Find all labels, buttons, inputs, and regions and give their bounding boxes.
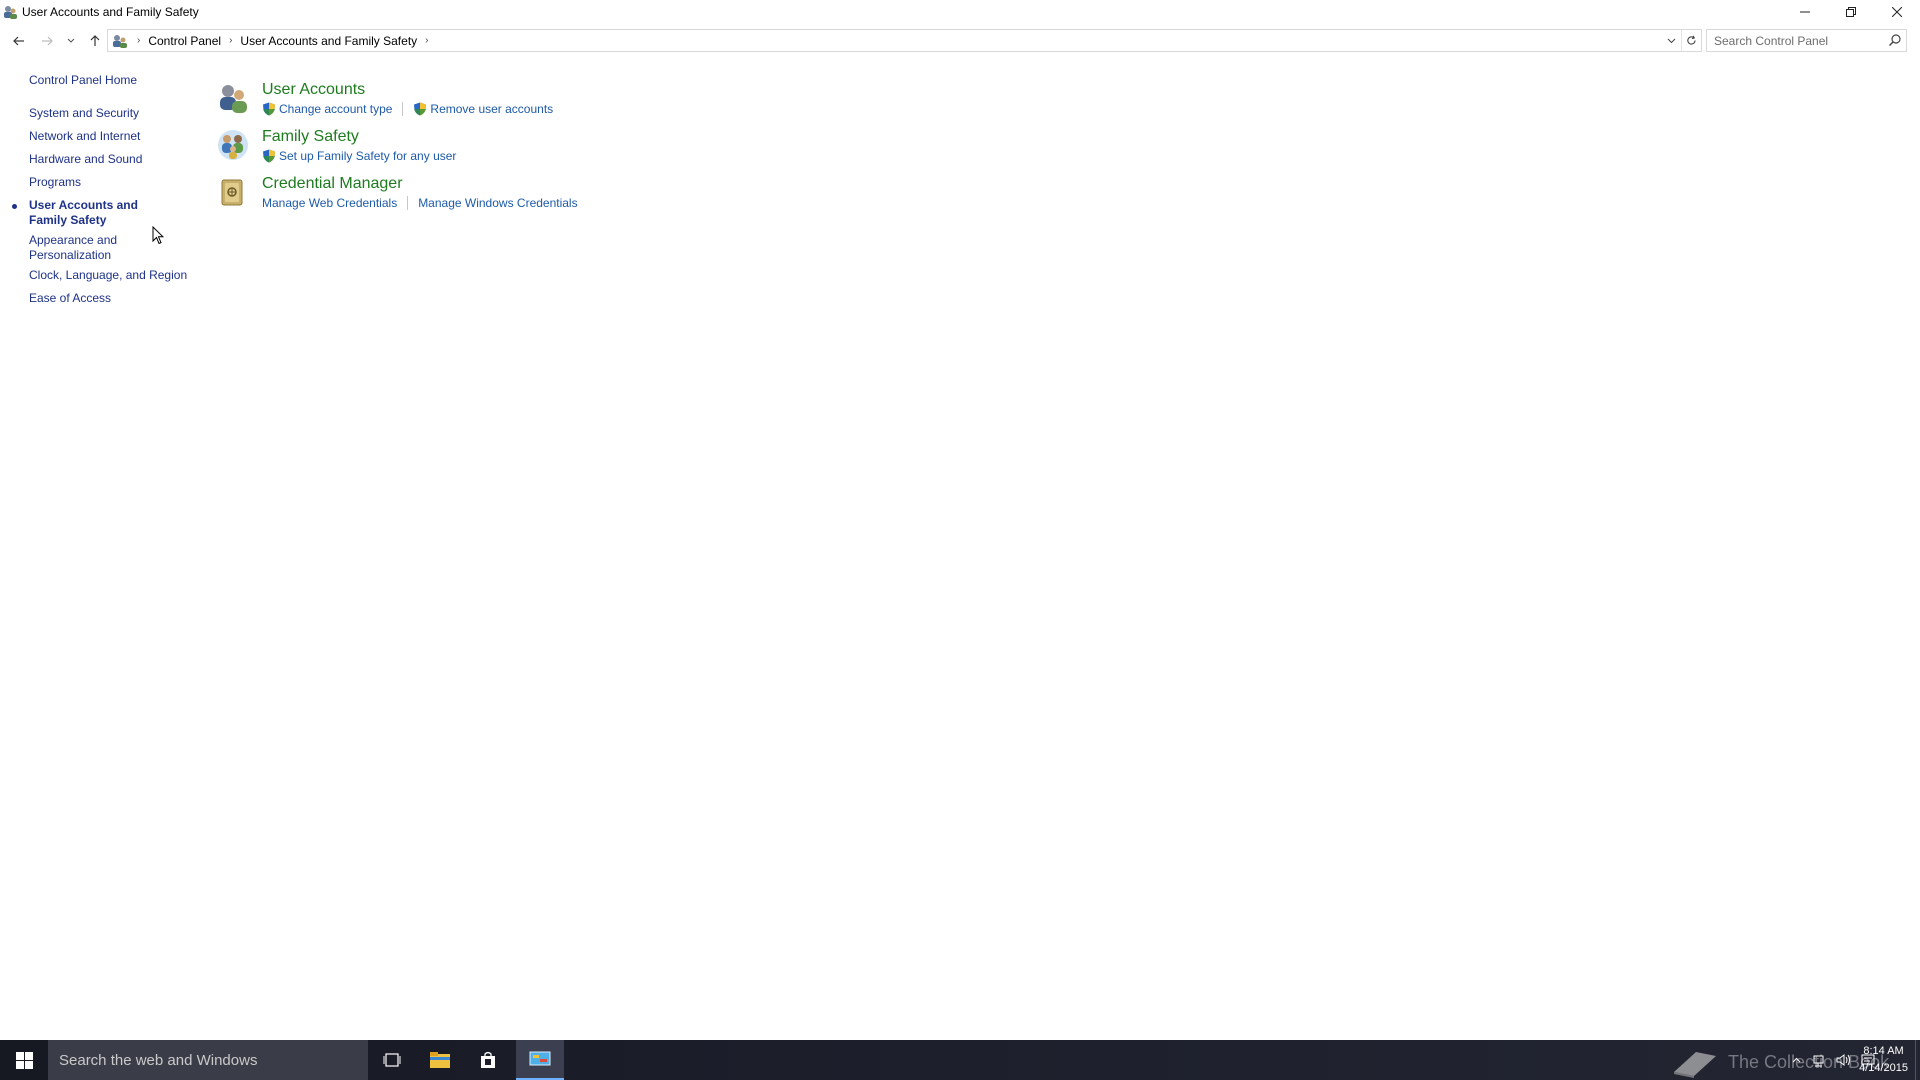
minimize-icon [1800, 11, 1810, 12]
volume-button[interactable] [1832, 1040, 1856, 1080]
manage-web-credentials-link[interactable]: Manage Web Credentials [262, 196, 397, 210]
family-safety-link[interactable]: Family Safety [262, 128, 359, 146]
uac-shield-icon [263, 149, 275, 163]
chevron-up-icon [1792, 1057, 1800, 1063]
refresh-icon [1687, 35, 1696, 45]
taskbar: Search the web and Windows The Collectio… [0, 1040, 1920, 1080]
title-bar: User Accounts and Family Safety [0, 0, 1920, 23]
show-hidden-icons-button[interactable] [1784, 1040, 1808, 1080]
network-icon [1813, 1055, 1824, 1067]
forward-button[interactable] [36, 27, 58, 54]
control-panel-icon [529, 1051, 551, 1066]
chevron-down-icon [1667, 38, 1675, 43]
setup-family-safety-link[interactable]: Set up Family Safety for any user [279, 149, 456, 163]
nav-label: User Accounts and Family Safety [29, 198, 138, 227]
back-button[interactable] [8, 27, 30, 54]
minimize-button[interactable] [1782, 0, 1828, 23]
address-row: › Control Panel › User Accounts and Fami… [0, 27, 1920, 54]
nav-appearance-and-personalization[interactable]: Appearance and Personalization [29, 233, 139, 263]
nav-clock-language-region[interactable]: Clock, Language, and Region [29, 268, 189, 283]
folder-icon [430, 1052, 450, 1068]
nav-hardware-and-sound[interactable]: Hardware and Sound [29, 152, 189, 167]
control-panel-taskbar-button[interactable] [516, 1040, 564, 1080]
breadcrumb-chevron-icon[interactable]: › [425, 35, 428, 46]
vault-icon[interactable] [216, 175, 250, 209]
taskbar-search-placeholder: Search the web and Windows [59, 1051, 258, 1069]
file-explorer-button[interactable] [416, 1040, 464, 1080]
up-arrow-icon [90, 34, 100, 46]
nav-network-and-internet[interactable]: Network and Internet [29, 129, 189, 144]
taskbar-search-box[interactable]: Search the web and Windows [48, 1040, 368, 1080]
task-view-button[interactable] [368, 1040, 416, 1080]
user-accounts-link[interactable]: User Accounts [262, 81, 365, 99]
up-button[interactable] [84, 27, 106, 54]
nav-programs[interactable]: Programs [29, 175, 189, 190]
uac-shield-icon [263, 102, 275, 116]
breadcrumb-control-panel[interactable]: Control Panel [148, 34, 221, 48]
nav-system-and-security[interactable]: System and Security [29, 106, 189, 121]
book-icon [1674, 1052, 1716, 1078]
nav-ease-of-access[interactable]: Ease of Access [29, 291, 189, 306]
forward-arrow-icon [42, 36, 53, 45]
mouse-cursor-icon [152, 226, 164, 245]
link-divider [407, 196, 409, 210]
search-control-panel-input[interactable]: Search Control Panel [1706, 29, 1907, 52]
close-icon [1892, 6, 1902, 17]
windows-logo-icon [15, 1051, 33, 1069]
change-account-type-link[interactable]: Change account type [279, 102, 392, 116]
chevron-down-icon [67, 38, 75, 43]
restore-icon [1846, 6, 1856, 17]
users-icon[interactable] [216, 81, 250, 115]
network-button[interactable] [1808, 1040, 1832, 1080]
uac-shield-icon [414, 102, 427, 116]
category-user-accounts: User Accounts Change account type Remove… [216, 78, 916, 118]
breadcrumb-chevron-icon[interactable]: › [229, 35, 232, 46]
address-dropdown-button[interactable] [1661, 30, 1681, 51]
search-placeholder: Search Control Panel [1714, 33, 1829, 48]
breadcrumb-user-accounts[interactable]: User Accounts and Family Safety [240, 34, 417, 48]
start-button[interactable] [0, 1040, 48, 1080]
category-credential-manager: Credential Manager Manage Web Credential… [216, 172, 916, 212]
store-button[interactable] [464, 1040, 512, 1080]
back-arrow-icon [13, 36, 24, 45]
control-panel-users-icon [113, 34, 127, 48]
link-divider [402, 102, 404, 116]
recent-locations-button[interactable] [61, 27, 81, 54]
users-icon [4, 5, 17, 19]
nav-user-accounts-and-family-safety[interactable]: User Accounts and Family Safety [12, 198, 179, 228]
family-icon[interactable] [216, 128, 250, 162]
clock-time: 8:14 AM [1863, 1045, 1904, 1057]
show-desktop-button[interactable] [1915, 1040, 1920, 1080]
store-bag-icon [481, 1051, 495, 1068]
remove-user-accounts-link[interactable]: Remove user accounts [430, 102, 553, 116]
category-family-safety: Family Safety Set up Family Safety for a… [216, 125, 916, 165]
task-view-icon [383, 1053, 401, 1067]
nav-control-panel-home[interactable]: Control Panel Home [29, 73, 189, 88]
current-section-bullet [12, 204, 17, 209]
breadcrumb-chevron-icon[interactable]: › [137, 35, 140, 46]
clock[interactable]: 8:14 AM 4/14/2015 [1859, 1043, 1908, 1077]
window-title: User Accounts and Family Safety [22, 4, 199, 19]
search-icon[interactable] [1888, 33, 1902, 47]
credential-manager-link[interactable]: Credential Manager [262, 175, 403, 193]
restore-button[interactable] [1828, 0, 1874, 23]
speaker-icon [1836, 1054, 1850, 1066]
manage-windows-credentials-link[interactable]: Manage Windows Credentials [418, 196, 577, 210]
refresh-button[interactable] [1681, 30, 1701, 51]
clock-date: 4/14/2015 [1859, 1062, 1908, 1074]
address-bar[interactable]: › Control Panel › User Accounts and Fami… [107, 29, 1702, 52]
close-button[interactable] [1874, 0, 1920, 23]
